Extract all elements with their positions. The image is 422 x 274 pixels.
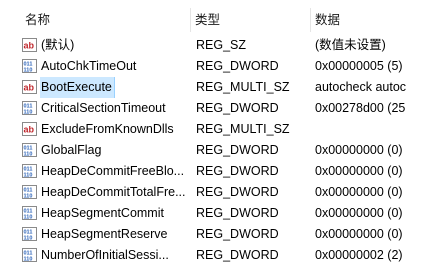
registry-value-list: ab (默认) REG_SZ (数值未设置) 011 110 AutoChkTimeOut R… [0,35,422,266]
value-type: REG_DWORD [196,206,279,220]
value-name-cell[interactable]: HeapDeCommitFreeBlo... [40,161,190,182]
binary-value-icon: 011 110 [22,248,37,262]
value-name: HeapSegmentReserve [41,227,168,241]
svg-text:110: 110 [24,235,33,241]
value-type: REG_SZ [196,38,247,52]
value-type: REG_MULTI_SZ [196,80,290,94]
binary-value-icon: 011 110 [22,143,37,157]
value-name-cell[interactable]: ExcludeFromKnownDlls [40,119,190,140]
table-row[interactable]: 011 110 HeapSegmentReserve REG_DWORD 0x00000… [0,224,422,245]
table-row[interactable]: 011 110 HeapDeCommitTotalFre... REG_DWORD 0x… [0,182,422,203]
column-header-name[interactable]: 名称 [20,0,190,33]
value-name: HeapDeCommitFreeBlo... [41,164,185,178]
value-name-cell[interactable]: BootExecute [40,77,190,98]
value-name-cell[interactable]: HeapSegmentCommit [40,203,190,224]
table-row[interactable]: ab BootExecute REG_MULTI_SZ autocheck autoc [0,77,422,98]
value-name: HeapSegmentCommit [41,206,164,220]
value-data: 0x00000000 (0) [315,206,403,220]
value-name-cell[interactable]: GlobalFlag [40,140,190,161]
value-type: REG_DWORD [196,101,279,115]
binary-value-icon: 011 110 [22,206,37,220]
table-row[interactable]: 011 110 HeapSegmentCommit REG_DWORD 0x000000… [0,203,422,224]
value-type: REG_MULTI_SZ [196,122,290,136]
column-header-type[interactable]: 类型 [190,0,310,33]
svg-text:110: 110 [24,109,33,115]
string-value-icon: ab [22,38,37,52]
svg-text:110: 110 [24,214,33,220]
column-header-data[interactable]: 数据 [310,0,422,33]
binary-value-icon: 011 110 [22,227,37,241]
binary-value-icon: 011 110 [22,101,37,115]
binary-value-icon: 011 110 [22,185,37,199]
value-data: 0x00000000 (0) [315,185,403,199]
binary-value-icon: 011 110 [22,59,37,73]
string-value-icon: ab [22,80,37,94]
value-name: AutoChkTimeOut [41,59,137,73]
value-name-cell[interactable]: NumberOfInitialSessi... [40,245,190,266]
value-name: CriticalSectionTimeout [41,101,166,115]
table-row[interactable]: 011 110 HeapDeCommitFreeBlo... REG_DWORD 0x0… [0,161,422,182]
value-data: 0x00000002 (2) [315,248,403,262]
value-type: REG_DWORD [196,143,279,157]
table-row[interactable]: ab ExcludeFromKnownDlls REG_MULTI_SZ [0,119,422,140]
value-type: REG_DWORD [196,248,279,262]
value-name: HeapDeCommitTotalFre... [41,185,186,199]
value-type: REG_DWORD [196,227,279,241]
value-type: REG_DWORD [196,59,279,73]
value-data: (数值未设置) [315,38,386,52]
value-data: 0x00000000 (0) [315,227,403,241]
value-data: 0x00278d00 (25 [315,101,406,115]
value-name: ExcludeFromKnownDlls [41,122,174,136]
value-data [315,119,422,140]
value-data: 0x00000000 (0) [315,143,403,157]
value-name: GlobalFlag [41,143,102,157]
list-header: 名称 类型 数据 [0,0,422,33]
svg-text:110: 110 [24,67,33,73]
value-data: 0x00000005 (5) [315,59,403,73]
value-data: 0x00000000 (0) [315,164,403,178]
value-name: NumberOfInitialSessi... [41,248,169,262]
value-name-cell[interactable]: HeapDeCommitTotalFre... [40,182,190,203]
value-name: BootExecute [40,77,115,98]
svg-text:110: 110 [24,151,33,157]
value-type: REG_DWORD [196,185,279,199]
value-name-cell[interactable]: AutoChkTimeOut [40,56,190,77]
binary-value-icon: 011 110 [22,164,37,178]
svg-text:110: 110 [24,193,33,199]
svg-text:110: 110 [24,172,33,178]
table-row[interactable]: 011 110 GlobalFlag REG_DWORD 0x00000000 (0) [0,140,422,161]
table-row[interactable]: 011 110 AutoChkTimeOut REG_DWORD 0x00000005 … [0,56,422,77]
value-name-cell[interactable]: CriticalSectionTimeout [40,98,190,119]
value-type: REG_DWORD [196,164,279,178]
svg-text:ab: ab [24,41,35,51]
value-name-cell[interactable]: HeapSegmentReserve [40,224,190,245]
value-name-cell[interactable]: (默认) [40,35,190,56]
svg-text:110: 110 [24,256,33,262]
table-row[interactable]: 011 110 CriticalSectionTimeout REG_DWORD 0x0… [0,98,422,119]
string-value-icon: ab [22,122,37,136]
table-row[interactable]: 011 110 NumberOfInitialSessi... REG_DWORD 0x… [0,245,422,266]
value-name: (默认) [41,38,75,52]
svg-text:ab: ab [24,83,35,93]
table-row[interactable]: ab (默认) REG_SZ (数值未设置) [0,35,422,56]
svg-text:ab: ab [24,125,35,135]
value-data: autocheck autoc [315,80,407,94]
